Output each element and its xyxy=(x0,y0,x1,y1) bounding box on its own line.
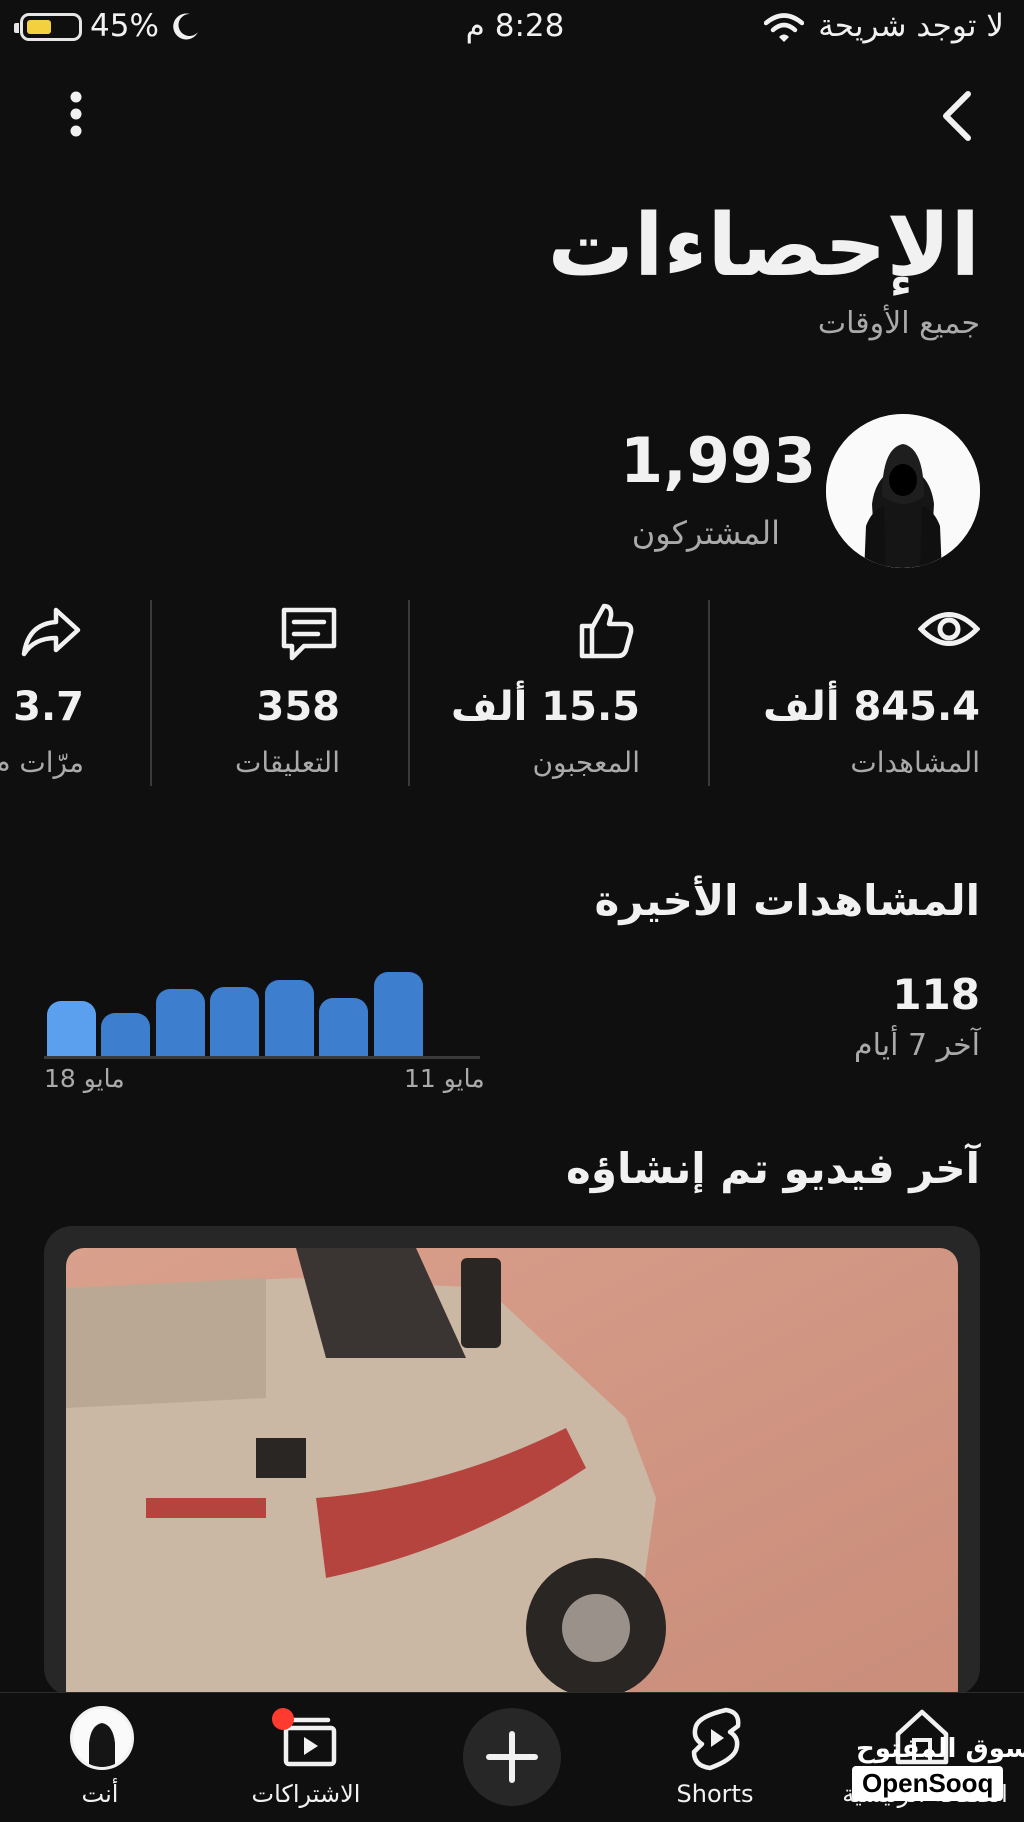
stat-comments[interactable]: 358 التعليقات xyxy=(190,600,340,790)
chart-bar xyxy=(374,972,423,1056)
stat-views[interactable]: 845.4 ألف المشاهدات xyxy=(720,600,981,790)
channel-avatar xyxy=(826,414,980,568)
more-options-button[interactable] xyxy=(56,88,96,144)
shares-label: مرّات م xyxy=(0,746,84,779)
eye-icon xyxy=(917,606,981,656)
subscribers-label: المشتركون xyxy=(631,514,780,552)
comments-value: 358 xyxy=(256,684,341,730)
page-title: الإحصاءات xyxy=(547,196,980,296)
plus-icon xyxy=(486,1731,538,1783)
share-icon xyxy=(20,606,82,662)
wifi-icon xyxy=(763,12,805,48)
nav-subscriptions[interactable]: الاشتراكات xyxy=(236,1702,376,1812)
shorts-icon xyxy=(686,1704,746,1776)
back-button[interactable] xyxy=(932,88,982,144)
stat-divider xyxy=(408,600,410,786)
recent-views-period: آخر 7 أيام xyxy=(854,1028,980,1063)
recent-views-chart[interactable] xyxy=(44,960,480,1059)
create-button[interactable] xyxy=(463,1708,561,1806)
chart-bar xyxy=(156,989,205,1056)
nav-you-label: أنت xyxy=(81,1780,119,1808)
stat-likes[interactable]: 15.5 ألف المعجبون xyxy=(430,600,642,790)
likes-label: المعجبون xyxy=(532,746,640,779)
date-range-label[interactable]: جميع الأوقات xyxy=(818,306,980,341)
latest-video-card[interactable] xyxy=(44,1226,980,1696)
battery-percent: 45% xyxy=(90,8,159,44)
chart-bar xyxy=(101,1013,150,1056)
video-thumbnail[interactable] xyxy=(66,1248,958,1696)
latest-video-title: آخر فيديو تم إنشاؤه xyxy=(566,1144,980,1193)
stat-divider xyxy=(150,600,152,786)
battery-icon xyxy=(14,13,82,41)
carrier-label: لا توجد شريحة xyxy=(818,8,1004,44)
views-label: المشاهدات xyxy=(850,746,980,779)
likes-value: 15.5 ألف xyxy=(451,684,640,730)
chart-baseline xyxy=(44,1056,480,1059)
nav-you[interactable]: أنت xyxy=(40,1702,160,1812)
watermark-arabic: السوق المفتوح xyxy=(856,1734,1024,1764)
recent-views-title: المشاهدات الأخيرة xyxy=(594,876,980,925)
notification-dot xyxy=(272,1708,294,1730)
nav-shorts-label: Shorts xyxy=(676,1780,754,1808)
moon-icon xyxy=(170,10,202,46)
views-value: 845.4 ألف xyxy=(763,684,980,730)
chart-bar xyxy=(319,998,368,1056)
recent-views-count: 118 xyxy=(892,970,980,1019)
comment-icon xyxy=(278,604,340,668)
subscribers-count: 1,993 xyxy=(620,424,817,497)
shares-value: 3.7 أ xyxy=(0,684,84,730)
watermark-logo: OpenSooq xyxy=(852,1766,1004,1801)
watermark-latin: OpenSooq xyxy=(862,1768,994,1798)
x-tick-label-end: 11 مايو xyxy=(404,1064,485,1093)
x-tick-label-start: 18 مايو xyxy=(44,1064,125,1093)
avatar xyxy=(70,1706,134,1770)
stat-divider xyxy=(708,600,710,786)
chart-bar xyxy=(47,1001,96,1056)
comments-label: التعليقات xyxy=(234,746,340,779)
thumbs-up-icon xyxy=(576,600,636,664)
nav-subscriptions-label: الاشتراكات xyxy=(251,1780,361,1808)
nav-shorts[interactable]: Shorts xyxy=(660,1702,770,1812)
status-time: 8:28 م xyxy=(465,8,565,44)
stat-shares[interactable]: 3.7 أ مرّات م xyxy=(0,600,86,790)
chart-bar xyxy=(210,987,259,1056)
chart-bar xyxy=(265,980,314,1056)
